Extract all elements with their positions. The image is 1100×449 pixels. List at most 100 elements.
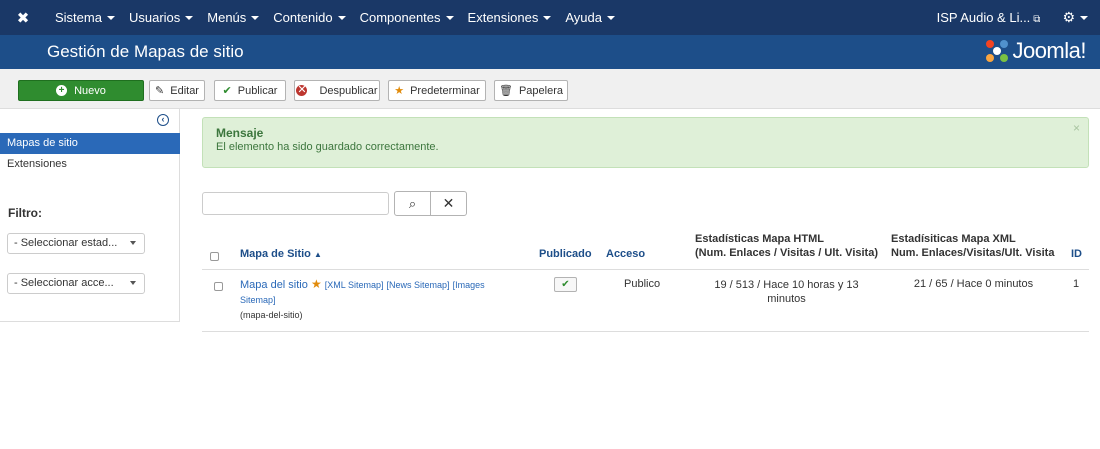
header-line: Estadísticas Mapa HTML bbox=[695, 233, 824, 245]
stats-line: 19 / 513 / Hace 10 horas y 13 bbox=[714, 279, 859, 291]
sitemap-name-link[interactable]: Mapa del sitio bbox=[240, 279, 308, 291]
caret-down-icon bbox=[337, 16, 346, 20]
search-input[interactable] bbox=[202, 192, 389, 215]
toolbar: + Nuevo ✎ Editar ✔ Publicar ✕ Despublicar ★ P… bbox=[0, 69, 1100, 109]
column-header-name[interactable]: Mapa de Sitio ▲ bbox=[240, 248, 322, 260]
joomla-logo-icon bbox=[986, 40, 1009, 62]
alert-heading: Mensaje bbox=[216, 126, 264, 140]
button-label: Publicar bbox=[237, 84, 278, 97]
menu-extensiones[interactable]: Extensiones bbox=[461, 10, 559, 25]
sitemap-name-cell: Mapa del sitio ★ [XML Sitemap] [News Sit… bbox=[240, 277, 510, 323]
select-value: - Seleccionar acce... bbox=[14, 277, 114, 289]
site-label: ISP Audio & Li... bbox=[936, 10, 1031, 25]
edit-icon: ✎ bbox=[155, 85, 165, 97]
caret-down-icon bbox=[251, 16, 260, 20]
header-line: Num. Enlaces/Visitas/Ult. Visita bbox=[891, 247, 1055, 259]
menu-label: Contenido bbox=[273, 10, 333, 25]
caret-down-icon bbox=[130, 281, 136, 285]
close-icon: ✕ bbox=[442, 195, 455, 211]
images-sitemap-link[interactable]: [Images bbox=[453, 280, 485, 290]
joomla-brand: Joomla! bbox=[986, 38, 1086, 64]
select-all-checkbox[interactable] bbox=[210, 252, 219, 261]
row-checkbox[interactable] bbox=[214, 282, 223, 291]
cancel-circle-icon: ✕ bbox=[296, 84, 308, 96]
publish-button[interactable]: ✔ Publicar bbox=[214, 80, 286, 101]
unpublish-button[interactable]: ✕ Despublicar bbox=[294, 80, 380, 101]
site-link[interactable]: ISP Audio & Li... ⧉ bbox=[937, 10, 1041, 25]
id-cell: 1 bbox=[1073, 278, 1080, 290]
select-value: - Seleccionar estad... bbox=[14, 237, 118, 249]
button-label: Papelera bbox=[518, 84, 563, 97]
column-header-html-stats: Estadísticas Mapa HTML (Num. Enlaces / V… bbox=[695, 233, 878, 259]
close-icon[interactable]: × bbox=[1073, 121, 1080, 135]
button-label: Despublicar bbox=[319, 84, 378, 97]
sidebar-item-sitemaps[interactable]: Mapas de sitio bbox=[0, 133, 180, 154]
button-label: Predeterminar bbox=[410, 84, 480, 97]
edit-button[interactable]: ✎ Editar bbox=[149, 80, 205, 101]
column-header-published[interactable]: Publicado bbox=[539, 248, 592, 260]
star-icon: ★ bbox=[394, 85, 405, 97]
header-line: (Num. Enlaces / Visitas / Ult. Visita) bbox=[695, 247, 878, 259]
sidebar-item-label: Extensiones bbox=[7, 158, 67, 170]
sidebar-item-label: Mapas de sitio bbox=[7, 137, 78, 149]
success-alert: Mensaje El elemento ha sido guardado cor… bbox=[202, 117, 1089, 168]
search-button[interactable]: ⌕ bbox=[394, 191, 431, 216]
header-line: Estadísiticas Mapa XML bbox=[891, 233, 1016, 245]
html-stats-cell: 19 / 513 / Hace 10 horas y 13 minutos bbox=[695, 278, 878, 306]
page-title: Gestión de Mapas de sitio bbox=[47, 42, 244, 61]
trash-button[interactable]: 🗑 Papelera bbox=[494, 80, 568, 101]
column-header-id[interactable]: ID bbox=[1071, 248, 1082, 260]
sitemap-alias: (mapa-del-sitio) bbox=[240, 310, 303, 320]
check-icon: ✔ bbox=[561, 279, 570, 290]
button-label: Editar bbox=[170, 84, 199, 97]
column-header-xml-stats: Estadísiticas Mapa XML Num. Enlaces/Visi… bbox=[891, 233, 1054, 259]
clear-button[interactable]: ✕ bbox=[430, 191, 467, 216]
external-link-icon: ⧉ bbox=[1033, 14, 1041, 25]
sidebar-item-extensions[interactable]: Extensiones bbox=[0, 154, 180, 175]
star-icon: ★ bbox=[310, 277, 322, 291]
access-filter-select[interactable]: - Seleccionar acce... bbox=[7, 273, 145, 294]
news-sitemap-link[interactable]: [News Sitemap] bbox=[387, 280, 450, 290]
header-label: Mapa de Sitio bbox=[240, 248, 311, 260]
caret-down-icon bbox=[130, 241, 136, 245]
menu-ayuda[interactable]: Ayuda bbox=[558, 10, 622, 25]
menu-label: Componentes bbox=[359, 10, 441, 25]
filter-label: Filtro: bbox=[8, 206, 42, 220]
new-button[interactable]: + Nuevo bbox=[18, 80, 144, 101]
menu-label: Menús bbox=[207, 10, 247, 25]
collapse-sidebar-icon[interactable]: ‹ bbox=[157, 114, 169, 126]
stats-line: minutos bbox=[767, 293, 806, 305]
menu-label: Sistema bbox=[55, 10, 102, 25]
joomla-icon[interactable]: ✖ bbox=[10, 9, 36, 27]
page-header: Gestión de Mapas de sitio Joomla! bbox=[0, 35, 1100, 69]
menu-label: Extensiones bbox=[467, 10, 539, 25]
xml-sitemap-link[interactable]: [XML Sitemap] bbox=[325, 280, 384, 290]
caret-down-icon bbox=[106, 16, 115, 20]
published-toggle[interactable]: ✔ bbox=[554, 277, 577, 292]
status-filter-select[interactable]: - Seleccionar estad... bbox=[7, 233, 145, 254]
menu-componentes[interactable]: Componentes bbox=[353, 10, 461, 25]
column-header-access[interactable]: Acceso bbox=[606, 248, 645, 260]
top-navigation-bar: ✖ Sistema Usuarios Menús Contenido Compo… bbox=[0, 0, 1100, 35]
menu-label: Ayuda bbox=[565, 10, 602, 25]
menu-contenido[interactable]: Contenido bbox=[266, 10, 352, 25]
menu-menus[interactable]: Menús bbox=[200, 10, 266, 25]
gear-icon[interactable]: ⚙ bbox=[1062, 9, 1088, 26]
caret-down-icon bbox=[1080, 16, 1088, 20]
images-sitemap-link[interactable]: Sitemap] bbox=[240, 295, 276, 305]
default-button[interactable]: ★ Predeterminar bbox=[388, 80, 486, 101]
access-cell: Publico bbox=[624, 278, 661, 290]
menu-usuarios[interactable]: Usuarios bbox=[122, 10, 200, 25]
sidebar: ‹ Mapas de sitio Extensiones Filtro: - S… bbox=[0, 109, 180, 322]
search-icon: ⌕ bbox=[408, 195, 417, 211]
button-label: Nuevo bbox=[74, 84, 106, 97]
menu-sistema[interactable]: Sistema bbox=[48, 10, 122, 25]
check-icon: ✔ bbox=[222, 85, 232, 97]
caret-down-icon bbox=[445, 16, 454, 20]
brand-name: Joomla! bbox=[1012, 38, 1086, 63]
sort-asc-icon: ▲ bbox=[313, 250, 322, 259]
menu-label: Usuarios bbox=[128, 10, 181, 25]
xml-stats-cell: 21 / 65 / Hace 0 minutos bbox=[913, 278, 1034, 290]
alert-message: El elemento ha sido guardado correctamen… bbox=[216, 141, 439, 153]
trash-icon: 🗑 bbox=[498, 85, 513, 97]
